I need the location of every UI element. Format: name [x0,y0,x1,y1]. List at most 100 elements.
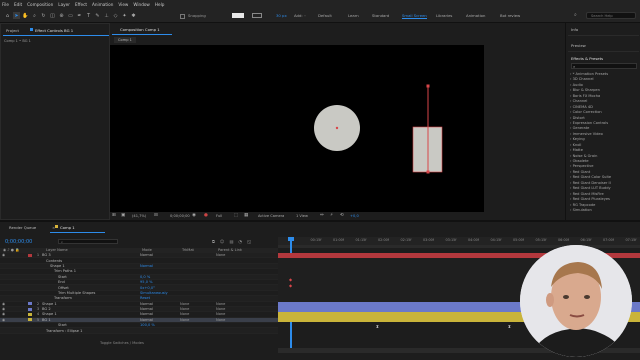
menu-item-layer[interactable]: Layer [58,2,70,7]
search-help-input[interactable]: Search Help [586,12,636,19]
layer-search-input[interactable]: ⌕ [58,239,118,244]
draft-3d-icon[interactable]: ⧉ [212,239,215,244]
comp-breadcrumb-tab[interactable]: Comp 1 [114,37,136,43]
layer-name[interactable]: Transform [54,296,140,300]
pen-tool-icon[interactable]: ✒ [76,12,83,19]
reset-exposure-icon[interactable]: ⟲ [340,213,344,218]
layer-mode[interactable]: 100,0 % [140,323,180,327]
layer-mode[interactable]: Normal [140,318,180,322]
menu-item-file[interactable]: File [2,2,9,7]
label-color-swatch[interactable] [28,281,32,284]
tab-effect-controls[interactable]: Effect Controls BG 1 [35,28,73,33]
layer-parent[interactable]: None [216,307,256,311]
visibility-eye-icon[interactable]: ◉ [0,302,8,306]
layer-trkmat[interactable]: None [180,302,216,306]
zoom-tool-icon[interactable]: ⌕ [31,12,38,19]
workspace-animation[interactable]: Animation [466,13,485,18]
parent-header[interactable]: Parent & Link [218,248,242,252]
layer-mode[interactable]: Normal [140,264,180,268]
pan-behind-tool-icon[interactable]: ⊕ [58,12,65,19]
path-vertex-bottom[interactable] [426,170,430,174]
stroke-size-value[interactable]: 30 px [276,13,287,18]
menu-item-effect[interactable]: Effect [75,2,87,7]
menu-item-help[interactable]: Help [155,2,165,7]
workspace-standard[interactable]: Standard [372,13,389,18]
layer-name[interactable]: Shape 1 [42,302,140,306]
roto-brush-tool-icon[interactable]: ✦ [121,12,128,19]
views-dropdown[interactable]: 1 View [296,214,308,218]
layer-mode[interactable]: Normal [140,302,180,306]
label-color-swatch[interactable] [28,253,32,257]
label-color-swatch[interactable] [28,312,32,316]
menu-item-composition[interactable]: Composition [27,2,53,7]
magnification-dropdown[interactable]: (41,7%) [132,214,146,218]
timeline-timecode[interactable]: 0;00;00;00 [5,239,32,245]
layer-name[interactable]: BG 2 [42,307,140,311]
label-color-swatch[interactable] [28,275,32,278]
layer-trkmat[interactable]: None [180,307,216,311]
trkmat-header[interactable]: TrkMat [182,248,194,252]
shy-icon[interactable]: ☺ [220,239,224,244]
mode-header[interactable]: Mode [142,248,152,252]
mask-visibility-icon[interactable]: ▣ [121,213,125,218]
stroke-swatch[interactable] [252,13,262,18]
table-row[interactable]: Transform : Ellipse 1 [0,328,278,334]
label-color-swatch[interactable] [28,286,32,289]
layer-name[interactable]: Offset [58,286,140,290]
menu-item-edit[interactable]: Edit [14,2,22,7]
keyframe-marker[interactable]: ◆ [289,277,292,282]
graph-editor-icon[interactable]: ◱ [247,239,251,244]
menu-item-view[interactable]: View [118,2,128,7]
visibility-eye-icon[interactable]: ◉ [0,307,8,311]
camera-dropdown[interactable]: Active Camera [258,214,284,218]
viewer-timecode[interactable]: 0;00;00;00 [170,214,190,218]
info-panel-title[interactable]: Info [571,27,578,32]
workspace-learn[interactable]: Learn [348,13,359,18]
path-vertex-top[interactable] [426,84,430,88]
keyframe-marker[interactable]: ⧗ [376,324,379,329]
rotate-tool-icon[interactable]: ↻ [40,12,47,19]
layer-parent[interactable]: None [216,318,256,322]
grid-icon[interactable]: ⊟ [154,213,158,218]
resolution-dropdown[interactable]: Full [216,214,222,218]
label-color-swatch[interactable] [28,318,32,322]
label-color-swatch[interactable] [28,329,32,332]
effects-search-input[interactable]: ⌕ [571,63,637,69]
region-of-interest-icon[interactable]: ⬚ [234,213,238,218]
keyframe-marker[interactable]: ⧗ [508,324,511,329]
layer-mode[interactable]: 95,0 % [140,280,180,284]
effects-category[interactable]: › Simulation [570,208,640,213]
layer-name[interactable]: Trim Multiple Shapes [58,291,140,295]
layer-name-header[interactable]: Layer Name [46,248,68,252]
effects-presets-title[interactable]: Effects & Presets [571,56,603,61]
layer-mode[interactable]: Simultaneously [140,291,180,295]
search-icon[interactable]: ⌕ [574,12,577,18]
show-channel-icon[interactable]: ● [204,213,208,218]
workspace-libraries[interactable]: Libraries [436,13,452,18]
fast-preview-icon[interactable]: ⚡ [330,213,333,218]
layer-trkmat[interactable]: None [180,318,216,322]
tab-composition[interactable]: Composition Comp 1 [120,27,160,32]
tab-comp-1[interactable]: Comp 1 [60,225,75,230]
label-color-swatch[interactable] [28,291,32,294]
layer-parent[interactable]: None [216,253,256,257]
visibility-eye-icon[interactable]: ◉ [0,312,8,316]
frame-blending-icon[interactable]: ▤ [229,239,233,244]
camera-tool-icon[interactable]: ◫ [49,12,56,19]
exposure-value[interactable]: +0,0 [350,214,359,218]
toggle-pixel-aspect-icon[interactable]: ⇔ [320,213,324,218]
brush-tool-icon[interactable]: ✎ [94,12,101,19]
layer-mode[interactable]: 0,0 % [140,275,180,279]
layer-name[interactable]: Start [58,323,140,327]
layer-mode[interactable]: Reset [140,296,180,300]
workspace-bot-review[interactable]: Bot review [500,13,520,18]
label-color-swatch[interactable] [28,259,32,262]
keyframe-marker[interactable]: ◆ [289,283,292,288]
menu-item-window[interactable]: Window [133,2,150,7]
layer-trkmat[interactable]: None [180,312,216,316]
snapshot-icon[interactable]: ◉ [192,213,196,218]
layer-name[interactable]: Contents [46,259,140,263]
time-ruler[interactable]: 0f00:15f01:00f01:15f02:00f02:15f03:00f03… [278,237,640,245]
eraser-tool-icon[interactable]: ◇ [112,12,119,19]
layer-name[interactable]: End [58,280,140,284]
